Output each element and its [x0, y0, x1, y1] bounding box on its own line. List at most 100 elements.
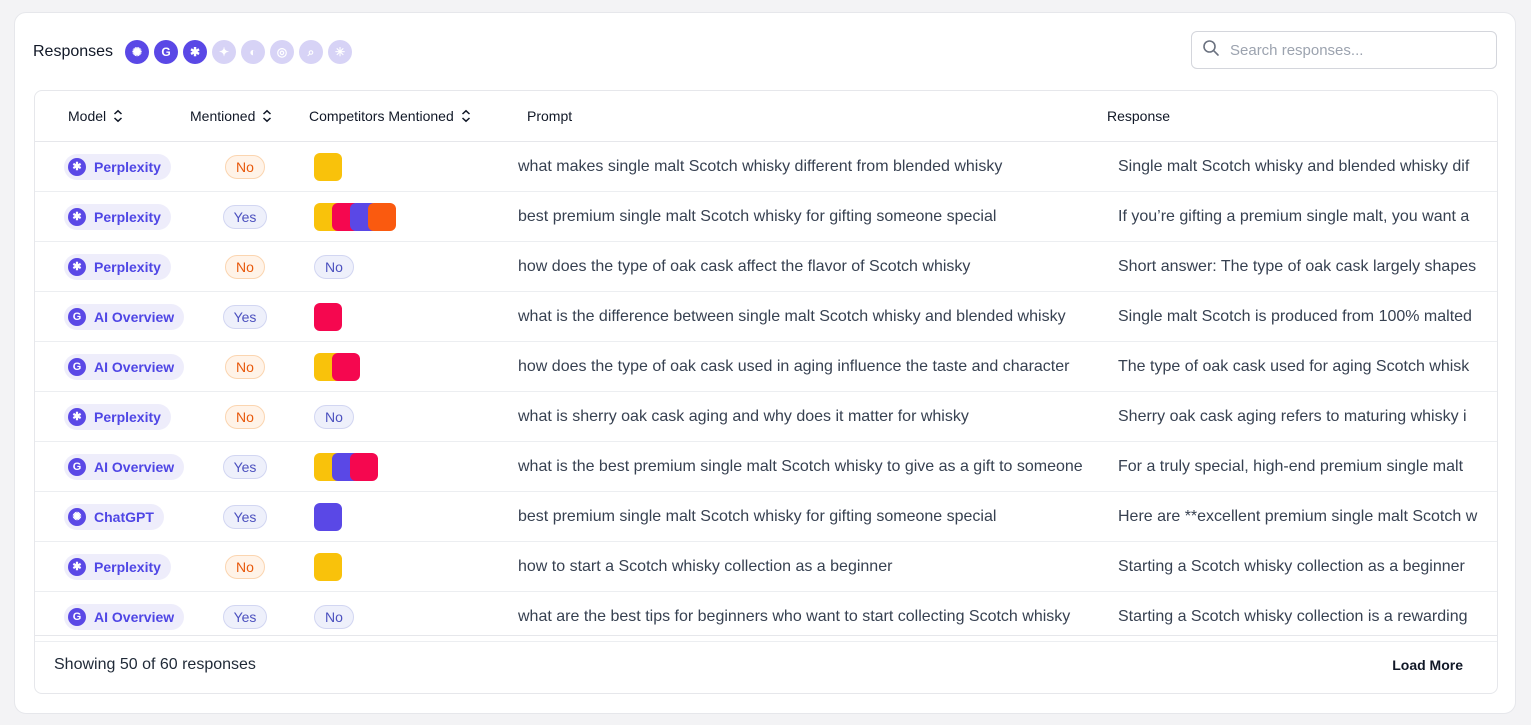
model-cell: ✱ Perplexity [64, 542, 171, 591]
prompt-text: what is the best premium single malt Sco… [518, 457, 1083, 475]
prompt-text: what is the difference between single ma… [518, 307, 1066, 325]
response-count: Showing 50 of 60 responses [54, 655, 256, 673]
model-badge: G AI Overview [64, 453, 185, 480]
chatgpt-icon[interactable]: ✺ [125, 40, 150, 64]
competitors-cell [314, 192, 396, 241]
model-badge: G AI Overview [64, 353, 185, 380]
mentioned-badge: Yes [222, 204, 268, 229]
column-header-prompt: Prompt [527, 91, 572, 141]
competitor-logos [314, 452, 378, 481]
table-row[interactable]: ✱ Perplexity No how to start a Scotch whisk… [35, 542, 1497, 592]
mentioned-cell: Yes [222, 592, 268, 641]
model-cell: G AI Overview [64, 292, 185, 341]
table-row[interactable]: G AI Overview Yes what is the difference be… [35, 292, 1497, 342]
mentioned-badge: No [225, 254, 265, 279]
response-text: Here are **excellent premium single malt… [1118, 507, 1478, 525]
response-text: Sherry oak cask aging refers to maturing… [1118, 407, 1467, 425]
model-cell: ✱ Perplexity [64, 192, 171, 241]
table-row[interactable]: ✱ Perplexity No what makes single malt Scot… [35, 142, 1497, 192]
model-label: ChatGPT [94, 508, 154, 525]
prompt-text: what is sherry oak cask aging and why do… [518, 407, 969, 425]
gemini-icon[interactable]: ✦ [212, 40, 237, 64]
perplexity-icon: ✱ [68, 207, 86, 226]
response-text: Short answer: The type of oak cask large… [1118, 257, 1477, 275]
responses-header: Responses ✺ G ✱ ✦ ◐ ◎ ⌕ ✳ [33, 39, 353, 65]
sort-icon [112, 109, 124, 123]
claude-icon[interactable]: ✳ [328, 40, 353, 64]
competitor-logo[interactable] [368, 202, 396, 231]
compass-icon[interactable]: ◐ [241, 40, 266, 64]
prompt-text: how to start a Scotch whisky collection … [518, 557, 893, 575]
table-row[interactable]: ✺ ChatGPT Yes best premium single malt Scot… [35, 492, 1497, 542]
competitors-cell: No [314, 392, 354, 441]
perplexity-icon: ✱ [68, 557, 86, 576]
competitors-cell [314, 142, 342, 191]
competitor-logo[interactable] [350, 452, 378, 481]
mentioned-cell: No [222, 342, 268, 391]
model-label: Perplexity [94, 158, 161, 175]
mentioned-badge: No [225, 554, 265, 579]
column-header-model[interactable]: Model [68, 91, 124, 141]
column-label: Prompt [527, 108, 573, 124]
competitor-logos [314, 152, 342, 181]
mentioned-badge: Yes [222, 604, 268, 629]
model-badge: G AI Overview [64, 603, 185, 630]
column-header-competitors[interactable]: Competitors Mentioned [309, 91, 472, 141]
competitor-logo[interactable] [314, 302, 342, 331]
competitor-logos [314, 352, 360, 381]
competitor-logo[interactable] [332, 352, 360, 381]
column-label: Model [68, 108, 107, 124]
mentioned-cell: No [222, 542, 268, 591]
no-competitors-badge: No [314, 404, 354, 429]
column-label: Competitors Mentioned [309, 108, 454, 124]
model-label: AI Overview [94, 608, 175, 625]
table-row[interactable]: ✱ Perplexity No No what is sherry oak cask a… [35, 392, 1497, 442]
prompt-text: best premium single malt Scotch whisky f… [518, 507, 997, 525]
search-input[interactable] [1228, 40, 1492, 60]
google-icon: G [68, 457, 86, 476]
table-row[interactable]: G AI Overview Yes what is the best premium … [35, 442, 1497, 492]
response-text: If you’re gifting a premium single malt,… [1118, 207, 1470, 225]
competitor-logo[interactable] [314, 152, 342, 181]
mentioned-badge: Yes [222, 454, 268, 479]
prompt-text: how does the type of oak cask affect the… [518, 257, 971, 275]
mentioned-cell: Yes [222, 192, 268, 241]
model-label: Perplexity [94, 258, 161, 275]
competitor-logos [314, 302, 342, 331]
competitor-logo[interactable] [314, 502, 342, 531]
responses-card: Responses ✺G✱✦◐◎⌕✳ Model Mentioned Compe… [14, 12, 1516, 714]
google-icon: G [68, 357, 86, 376]
page-title: Responses [33, 43, 114, 60]
table-row[interactable]: ✱ Perplexity No No how does the type of oak … [35, 242, 1497, 292]
mentioned-badge: Yes [222, 304, 268, 329]
competitors-cell [314, 542, 342, 591]
model-label: Perplexity [94, 408, 161, 425]
google-icon[interactable]: G [154, 40, 179, 64]
response-text: Single malt Scotch whisky and blended wh… [1118, 157, 1470, 175]
column-header-mentioned[interactable]: Mentioned [190, 91, 273, 141]
copilot-icon[interactable]: ◎ [270, 40, 295, 64]
no-competitors-badge: No [314, 604, 354, 629]
competitor-logos [314, 552, 342, 581]
competitor-logo[interactable] [314, 552, 342, 581]
model-label: AI Overview [94, 308, 175, 325]
column-label: Mentioned [190, 108, 256, 124]
chatgpt-icon: ✺ [68, 507, 86, 526]
load-more-button[interactable]: Load More [1386, 656, 1469, 674]
model-cell: G AI Overview [64, 442, 185, 491]
column-label: Response [1107, 108, 1171, 124]
perplexity-icon[interactable]: ✱ [183, 40, 208, 64]
sort-icon [460, 109, 472, 123]
mentioned-badge: No [225, 404, 265, 429]
competitors-cell [314, 292, 342, 341]
no-competitors-badge: No [314, 254, 354, 279]
model-badge: ✱ Perplexity [64, 253, 171, 280]
table-row[interactable]: G AI Overview No how does the type of oak c… [35, 342, 1497, 392]
search-box[interactable] [1191, 31, 1497, 69]
search-model-icon[interactable]: ⌕ [299, 40, 324, 64]
table-row[interactable]: ✱ Perplexity Yes best premium single malt S… [35, 192, 1497, 242]
competitors-cell: No [314, 592, 354, 641]
model-badge: ✱ Perplexity [64, 403, 171, 430]
model-badge: G AI Overview [64, 303, 185, 330]
model-cell: ✱ Perplexity [64, 242, 171, 291]
